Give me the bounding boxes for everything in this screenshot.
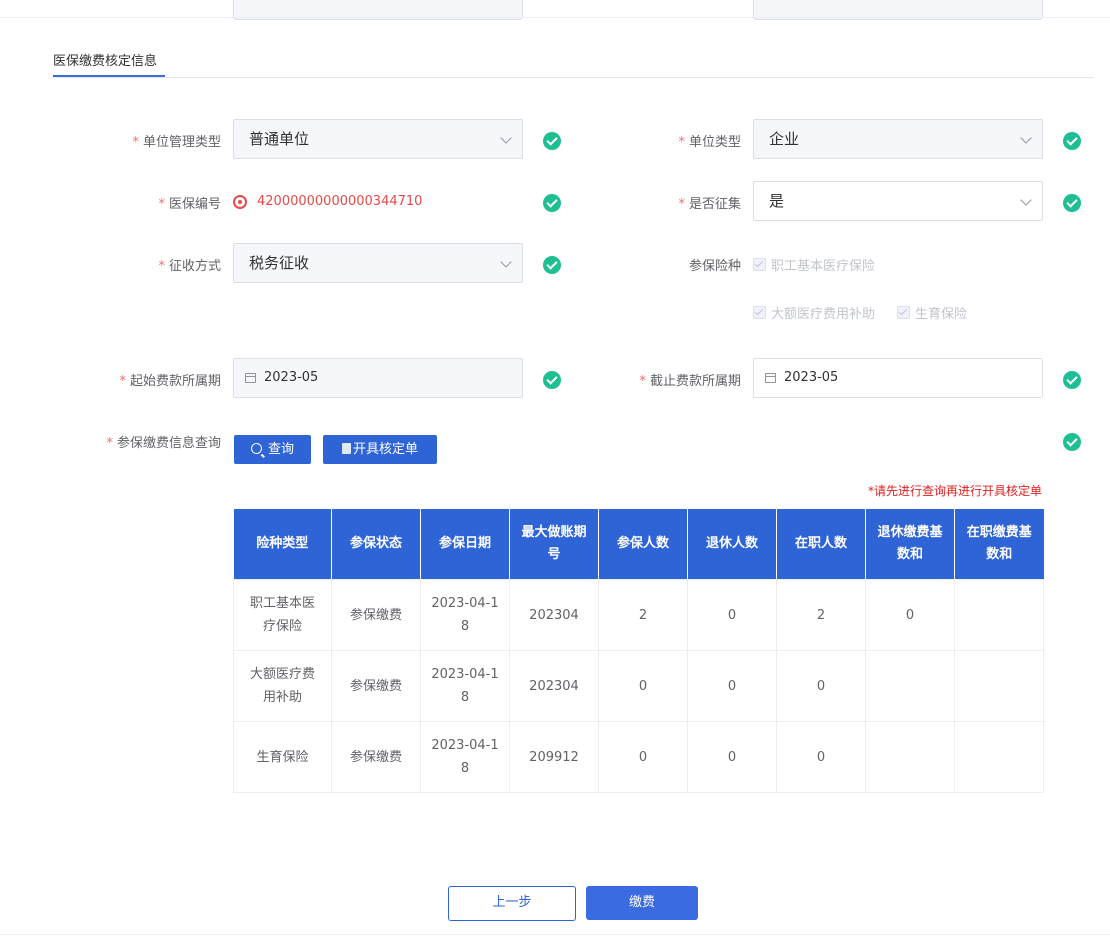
start-period-label: * 起始费款所属期 <box>119 374 221 389</box>
collect-method-select[interactable]: 税务征收 <box>233 243 523 283</box>
check-circle-icon <box>543 256 561 274</box>
check-circle-icon <box>543 132 561 150</box>
unit-type-select[interactable]: 企业 <box>753 119 1043 159</box>
chevron-down-icon <box>1020 132 1032 144</box>
column-header: 参保人数 <box>598 509 688 580</box>
checkbox-icon <box>897 306 910 319</box>
column-header: 退休缴费基数和 <box>865 509 955 580</box>
column-header: 退休人数 <box>687 509 777 580</box>
table-row: 大额医疗费用补助 参保缴费 2023-04-18 202304 0 0 0 <box>233 650 1044 722</box>
table-cell: 0 <box>687 579 777 651</box>
table-cell: 参保缴费 <box>331 579 421 651</box>
insurance-no-value: 42000000000000344710 <box>257 194 423 209</box>
insurance-table: 险种类型 参保状态 参保日期 最大做账期号 参保人数 退休人数 在职人数 退休缴… <box>233 509 1044 793</box>
check-circle-icon <box>543 194 561 212</box>
column-header: 参保状态 <box>331 509 421 580</box>
document-icon <box>341 443 351 454</box>
query-hint: *请先进行查询再进行开具核定单 <box>867 484 1042 498</box>
table-row: 生育保险 参保缴费 2023-04-18 209912 0 0 0 <box>233 721 1044 793</box>
chevron-down-icon <box>500 256 512 268</box>
collect-method-label: * 征收方式 <box>158 259 221 274</box>
table-cell: 0 <box>687 721 777 793</box>
section-divider <box>53 77 1094 78</box>
unit-mgmt-type-label: * 单位管理类型 <box>132 135 221 150</box>
table-cell: 0 <box>687 650 777 722</box>
table-cell <box>954 579 1044 651</box>
table-header-row: 险种类型 参保状态 参保日期 最大做账期号 参保人数 退休人数 在职人数 退休缴… <box>233 509 1044 580</box>
query-button[interactable]: 查询 <box>234 435 311 464</box>
check-circle-icon <box>543 371 561 389</box>
is-collect-label: * 是否征集 <box>678 197 741 212</box>
table-cell <box>954 721 1044 793</box>
table-cell: 0 <box>865 579 955 651</box>
table-cell: 生育保险 <box>233 721 332 793</box>
divider <box>0 17 1110 18</box>
end-period-label: * 截止费款所属期 <box>639 374 741 389</box>
column-header: 在职缴费基数和 <box>954 509 1044 580</box>
query-label: * 参保缴费信息查询 <box>106 436 221 451</box>
check-circle-icon <box>1063 194 1081 212</box>
table-cell: 202304 <box>509 650 599 722</box>
table-cell: 209912 <box>509 721 599 793</box>
check-circle-icon <box>1063 132 1081 150</box>
table-cell <box>954 650 1044 722</box>
error-circle-icon <box>233 195 247 209</box>
bottom-divider <box>0 934 1110 935</box>
pay-button[interactable]: 缴费 <box>586 886 698 920</box>
table-cell: 0 <box>598 650 688 722</box>
table-cell: 202304 <box>509 579 599 651</box>
checkbox-major-medical[interactable]: 大额医疗费用补助 <box>753 303 875 322</box>
search-icon <box>250 443 262 454</box>
issue-approval-button[interactable]: 开具核定单 <box>323 435 437 464</box>
check-circle-icon <box>1063 433 1081 451</box>
table-cell: 2023-04-18 <box>420 721 510 793</box>
table-cell: 大额医疗费用补助 <box>233 650 332 722</box>
is-collect-select[interactable]: 是 <box>753 181 1043 221</box>
checkbox-icon <box>753 258 766 271</box>
column-header: 在职人数 <box>776 509 866 580</box>
back-button[interactable]: 上一步 <box>448 886 576 921</box>
unit-type-label: * 单位类型 <box>678 135 741 150</box>
checkbox-icon <box>753 306 766 319</box>
table-cell: 2 <box>598 579 688 651</box>
table-cell: 0 <box>776 721 866 793</box>
checkbox-employee-basic[interactable]: 职工基本医疗保险 <box>753 255 875 274</box>
calendar-icon <box>245 373 256 383</box>
start-period-input[interactable]: 2023-05 <box>233 358 523 398</box>
table-row: 职工基本医疗保险 参保缴费 2023-04-18 202304 2 0 2 0 <box>233 579 1044 651</box>
calendar-icon <box>765 373 776 383</box>
table-cell: 2 <box>776 579 866 651</box>
unit-mgmt-type-select[interactable]: 普通单位 <box>233 119 523 159</box>
check-circle-icon <box>1063 371 1081 389</box>
column-header: 险种类型 <box>233 509 332 580</box>
checkbox-maternity[interactable]: 生育保险 <box>897 303 967 322</box>
column-header: 参保日期 <box>420 509 510 580</box>
table-cell: 参保缴费 <box>331 721 421 793</box>
chevron-down-icon <box>1020 194 1032 206</box>
table-cell: 0 <box>598 721 688 793</box>
chevron-down-icon <box>500 132 512 144</box>
table-cell: 0 <box>776 650 866 722</box>
table-cell: 2023-04-18 <box>420 650 510 722</box>
end-period-input[interactable]: 2023-05 <box>753 358 1043 398</box>
table-cell <box>865 650 955 722</box>
table-cell: 2023-04-18 <box>420 579 510 651</box>
table-cell: 参保缴费 <box>331 650 421 722</box>
section-tab-medical-insurance[interactable]: 医保缴费核定信息 <box>53 50 157 69</box>
insurance-types-label: 参保险种 <box>688 259 741 274</box>
insurance-no-label: * 医保编号 <box>158 197 221 212</box>
table-cell: 职工基本医疗保险 <box>233 579 332 651</box>
table-cell <box>865 721 955 793</box>
column-header: 最大做账期号 <box>509 509 599 580</box>
